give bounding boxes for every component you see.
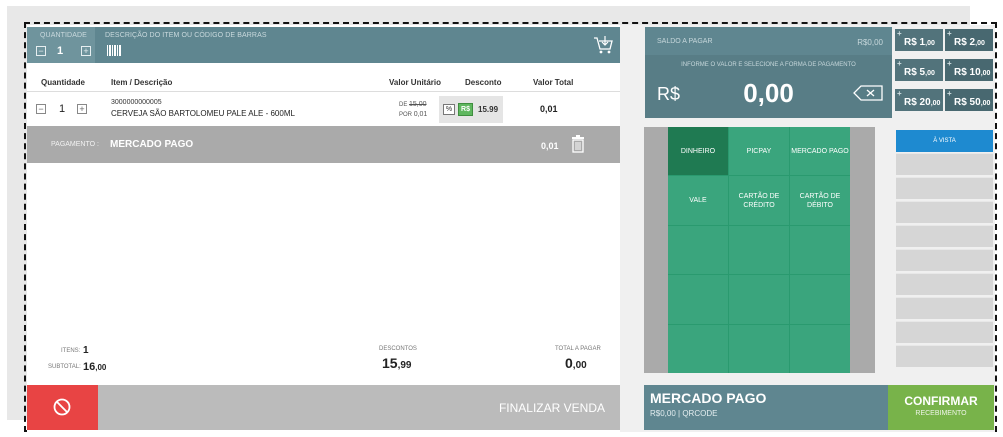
original-price: DE 15,00 <box>399 101 427 108</box>
column-unit-price: Valor Unitário <box>389 78 442 87</box>
cash-1-button[interactable]: + R$ 1,00 <box>895 29 943 51</box>
subtotal-value: 16,00 <box>83 361 107 373</box>
table-row[interactable]: − 1 + 3000000000005 CERVEJA SÃO BARTOLOM… <box>27 91 620 125</box>
item-search-input[interactable]: DESCRIÇÃO DO ITEM OU CÓDIGO DE BARRAS <box>105 32 267 39</box>
option-slot <box>896 177 993 199</box>
item-entry-bar: QUANTIDADE − 1 + DESCRIÇÃO DO ITEM OU CÓ… <box>27 27 620 63</box>
cash-20-button[interactable]: + R$ 20,00 <box>895 89 943 111</box>
column-quantity: Quantidade <box>41 78 86 87</box>
option-slot <box>896 297 993 319</box>
plus-icon: + <box>947 59 952 68</box>
discount-box: % R$ 15.99 <box>439 96 503 123</box>
option-slot <box>896 273 993 295</box>
method-empty <box>668 275 728 324</box>
plus-icon: + <box>947 89 952 98</box>
payment-label: PAGAMENTO : <box>51 141 99 148</box>
discount-value[interactable]: 15.99 <box>478 105 498 114</box>
method-dinheiro[interactable]: DINHEIRO <box>668 127 728 176</box>
payment-methods-grid: DINHEIRO PICPAY MERCADO PAGO VALE CARTÃO… <box>668 127 850 373</box>
payment-row: PAGAMENTO : MERCADO PAGO 0,01 <box>27 126 620 163</box>
cancel-sale-button[interactable] <box>27 385 98 430</box>
method-credit-card[interactable]: CARTÃO DE CRÉDITO <box>729 176 789 225</box>
confirm-label: CONFIRMAR <box>904 394 978 408</box>
column-item: Item / Descrição <box>111 78 173 87</box>
balance-value: R$0,00 <box>857 38 883 47</box>
cash-10-button[interactable]: + R$ 10,00 <box>945 59 993 81</box>
plus-icon: + <box>897 89 902 98</box>
finalize-sale-button[interactable]: FINALIZAR VENDA <box>98 385 620 430</box>
method-empty <box>790 324 850 373</box>
item-name: CERVEJA SÃO BARTOLOMEU PALE ALE - 600ML <box>111 109 295 118</box>
method-empty <box>729 225 789 275</box>
balance-bar: SALDO A PAGAR R$0,00 <box>645 27 892 55</box>
barcode-icon <box>107 45 121 56</box>
item-code: 3000000000005 <box>111 99 162 106</box>
items-count-label: ITENS: <box>61 348 81 354</box>
quantity-label: QUANTIDADE <box>40 32 87 39</box>
discounts-label: DESCONTOS <box>379 346 417 352</box>
method-vale[interactable]: VALE <box>668 176 728 225</box>
method-mercado-pago[interactable]: MERCADO PAGO <box>790 127 850 176</box>
method-picpay[interactable]: PICPAY <box>729 127 789 176</box>
option-slot <box>896 201 993 223</box>
discounted-price: POR 0,01 <box>399 111 428 118</box>
column-discount: Desconto <box>465 78 502 87</box>
method-empty <box>790 275 850 324</box>
quantity-increase-button[interactable]: + <box>81 46 91 56</box>
balance-label: SALDO A PAGAR <box>657 38 713 45</box>
option-slot <box>896 225 993 247</box>
cash-5-button[interactable]: + R$ 5,00 <box>895 59 943 81</box>
payment-methods-panel: DINHEIRO PICPAY MERCADO PAGO VALE CARTÃO… <box>644 127 875 373</box>
quantity-box: QUANTIDADE − 1 + <box>27 27 95 63</box>
selected-method-name: MERCADO PAGO <box>650 390 767 406</box>
percent-discount-toggle[interactable]: % <box>443 104 455 115</box>
finalize-sale-label: FINALIZAR VENDA <box>498 401 605 415</box>
prohibit-icon <box>53 398 71 416</box>
total-due-label: TOTAL A PAGAR <box>555 346 601 352</box>
plus-icon: + <box>947 29 952 38</box>
backspace-icon[interactable] <box>853 85 883 101</box>
subtotal-label: SUBTOTAL: <box>48 364 81 370</box>
selected-method-detail: R$0,00 | QRCODE <box>650 409 718 418</box>
plus-icon: + <box>897 29 902 38</box>
item-total: 0,01 <box>540 104 558 114</box>
confirm-payment-button[interactable]: CONFIRMAR RECEBIMENTO <box>888 385 994 430</box>
method-empty <box>729 324 789 373</box>
sale-panel: QUANTIDADE − 1 + DESCRIÇÃO DO ITEM OU CÓ… <box>27 25 620 432</box>
currency-discount-toggle[interactable]: R$ <box>458 103 473 116</box>
payment-method: MERCADO PAGO <box>110 139 194 150</box>
plus-icon: + <box>897 59 902 68</box>
selected-method-panel: MERCADO PAGO R$0,00 | QRCODE <box>644 385 888 430</box>
items-count: 1 <box>83 345 89 356</box>
payment-value: 0,01 <box>541 141 559 151</box>
cash-50-button[interactable]: + R$ 50,00 <box>945 89 993 111</box>
method-empty <box>668 324 728 373</box>
method-empty <box>729 275 789 324</box>
cash-2-button[interactable]: + R$ 2,00 <box>945 29 993 51</box>
option-slot <box>896 345 993 367</box>
option-slot <box>896 153 993 175</box>
pos-screen: QUANTIDADE − 1 + DESCRIÇÃO DO ITEM OU CÓ… <box>27 25 995 432</box>
row-quantity-decrease-button[interactable]: − <box>36 104 46 114</box>
cart-add-icon[interactable] <box>593 35 613 55</box>
quantity-decrease-button[interactable]: − <box>36 46 46 56</box>
column-total: Valor Total <box>533 78 574 87</box>
row-quantity: 1 <box>59 103 66 115</box>
method-debit-card[interactable]: CARTÃO DE DÉBITO <box>790 176 850 225</box>
row-quantity-increase-button[interactable]: + <box>77 104 87 114</box>
method-empty <box>790 225 850 275</box>
method-empty <box>668 225 728 275</box>
total-due-value: 0,00 <box>565 355 587 371</box>
amount-hint: INFORME O VALOR E SELECIONE A FORMA DE P… <box>681 62 856 68</box>
option-slot <box>896 321 993 343</box>
option-slot <box>896 249 993 271</box>
option-a-vista[interactable]: À VISTA <box>896 130 993 152</box>
confirm-sublabel: RECEBIMENTO <box>915 410 967 417</box>
trash-icon[interactable] <box>571 135 585 153</box>
quantity-value[interactable]: 1 <box>57 45 63 57</box>
amount-entry: INFORME O VALOR E SELECIONE A FORMA DE P… <box>645 55 892 118</box>
discounts-value: 15,99 <box>382 355 412 371</box>
